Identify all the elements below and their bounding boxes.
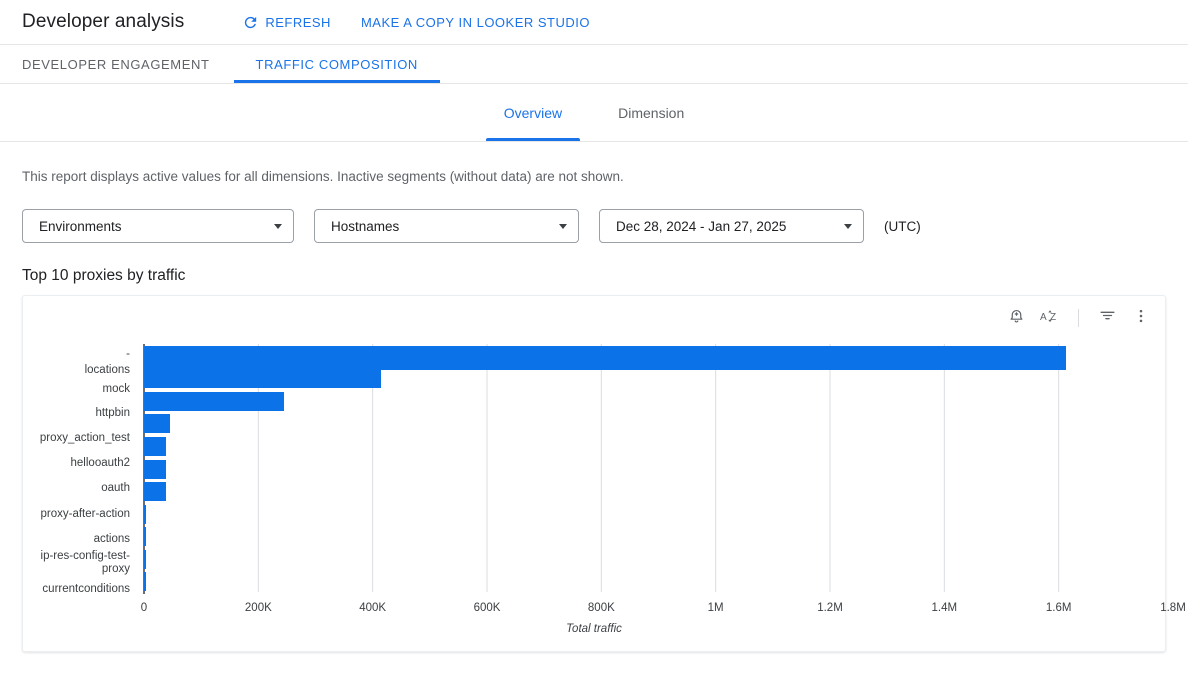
subtab-dimension-label: Dimension bbox=[618, 105, 684, 121]
x-axis-tick-label: 400K bbox=[359, 602, 386, 614]
chevron-down-icon bbox=[844, 224, 852, 229]
chart-title: Top 10 proxies by traffic bbox=[22, 267, 1166, 285]
subtab-overview-label: Overview bbox=[504, 105, 562, 121]
tab-developer-engagement-label: DEVELOPER ENGAGEMENT bbox=[22, 57, 210, 72]
x-axis-labels: 0200K400K600K800K1M1.2M1.4M1.6M1.8M bbox=[23, 602, 1165, 620]
y-axis-tick-label: httpbin bbox=[25, 407, 130, 420]
x-axis-tick-label: 200K bbox=[245, 602, 272, 614]
x-axis-tick-label: 1.4M bbox=[932, 602, 958, 614]
chart-card: A Z bbox=[22, 295, 1166, 652]
y-axis-tick-label: oauth bbox=[25, 482, 130, 495]
y-axis-tick-label: locations bbox=[25, 364, 130, 377]
hostnames-select[interactable]: Hostnames bbox=[314, 209, 579, 243]
x-axis-tick-label: 0 bbox=[141, 602, 147, 614]
timezone-label: (UTC) bbox=[884, 219, 921, 234]
x-axis-tick-label: 1.6M bbox=[1046, 602, 1072, 614]
date-range-select-value: Dec 28, 2024 - Jan 27, 2025 bbox=[616, 219, 786, 234]
tab-developer-engagement[interactable]: DEVELOPER ENGAGEMENT bbox=[22, 45, 232, 83]
y-axis-tick-label: - bbox=[25, 348, 130, 361]
y-axis-labels: - locations mock httpbin proxy_action_testhe… bbox=[23, 344, 130, 592]
chart-bar[interactable] bbox=[144, 346, 1066, 370]
chevron-down-icon bbox=[274, 224, 282, 229]
environments-select-value: Environments bbox=[39, 219, 122, 234]
hostnames-select-value: Hostnames bbox=[331, 219, 399, 234]
chart-bar[interactable] bbox=[144, 572, 146, 591]
main-tabs: DEVELOPER ENGAGEMENT TRAFFIC COMPOSITION bbox=[0, 45, 1188, 84]
x-axis-tick-label: 1.2M bbox=[817, 602, 843, 614]
chart-bar[interactable] bbox=[144, 550, 146, 569]
subtab-overview[interactable]: Overview bbox=[486, 84, 580, 141]
main-content: This report displays active values for a… bbox=[0, 142, 1188, 652]
y-axis-tick-label: actions bbox=[25, 533, 130, 546]
x-axis-tick-label: 1.8M bbox=[1160, 602, 1186, 614]
y-axis-tick-label: proxy_action_test bbox=[25, 432, 130, 445]
date-range-select[interactable]: Dec 28, 2024 - Jan 27, 2025 bbox=[599, 209, 864, 243]
make-copy-looker-studio-button[interactable]: MAKE A COPY IN LOOKER STUDIO bbox=[361, 15, 590, 30]
page-title: Developer analysis bbox=[22, 11, 184, 33]
chevron-down-icon bbox=[559, 224, 567, 229]
chart-plot-area: - locations mock httpbin proxy_action_testhe… bbox=[23, 296, 1165, 651]
header-actions: REFRESH MAKE A COPY IN LOOKER STUDIO bbox=[242, 14, 590, 31]
tab-traffic-composition-label: TRAFFIC COMPOSITION bbox=[256, 57, 418, 72]
app-header: Developer analysis REFRESH MAKE A COPY I… bbox=[0, 0, 1188, 45]
environments-select[interactable]: Environments bbox=[22, 209, 294, 243]
chart-bar[interactable] bbox=[144, 505, 146, 524]
chart-bar[interactable] bbox=[144, 527, 146, 546]
report-note: This report displays active values for a… bbox=[22, 142, 1166, 184]
x-axis-tick-label: 600K bbox=[474, 602, 501, 614]
chart-bar[interactable] bbox=[144, 392, 284, 411]
y-axis-tick-label: currentconditions bbox=[25, 583, 130, 596]
x-axis-tick-label: 800K bbox=[588, 602, 615, 614]
chart-bar[interactable] bbox=[144, 414, 170, 433]
y-axis-tick-label: ip-res-config-test-proxy bbox=[25, 550, 130, 575]
chart-bar[interactable] bbox=[144, 437, 166, 456]
chart-bar[interactable] bbox=[144, 482, 166, 501]
subtab-dimension[interactable]: Dimension bbox=[600, 84, 702, 141]
refresh-label: REFRESH bbox=[265, 15, 331, 30]
chart-bar[interactable] bbox=[144, 460, 166, 479]
refresh-button[interactable]: REFRESH bbox=[242, 14, 331, 31]
make-copy-label: MAKE A COPY IN LOOKER STUDIO bbox=[361, 15, 590, 30]
filter-row: Environments Hostnames Dec 28, 2024 - Ja… bbox=[22, 209, 1166, 243]
y-axis-tick-label: hellooauth2 bbox=[25, 457, 130, 470]
refresh-icon bbox=[242, 14, 259, 31]
y-axis-tick-label: mock bbox=[25, 383, 130, 396]
y-axis-tick-label: proxy-after-action bbox=[25, 508, 130, 521]
x-axis-tick-label: 1M bbox=[708, 602, 724, 614]
sub-tabs: Overview Dimension bbox=[0, 84, 1188, 142]
tab-traffic-composition[interactable]: TRAFFIC COMPOSITION bbox=[234, 45, 440, 83]
chart-bar[interactable] bbox=[144, 369, 381, 388]
x-axis-title: Total traffic bbox=[23, 623, 1165, 635]
